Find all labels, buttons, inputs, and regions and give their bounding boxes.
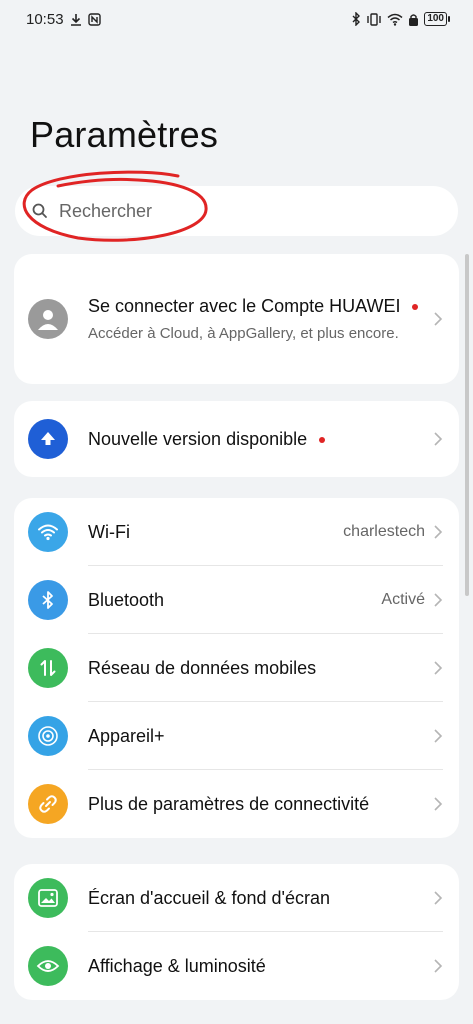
search-input[interactable] (59, 200, 399, 222)
settings-item-display-brightness[interactable]: Affichage & luminosité (14, 932, 459, 1000)
chevron-right-icon (434, 525, 443, 539)
user-icon (38, 310, 58, 330)
device-plus-icon (28, 716, 68, 756)
update-label: Nouvelle version disponible (88, 429, 433, 450)
wallpaper-icon (28, 878, 68, 918)
account-subtitle: Accéder à Cloud, à AppGallery, et plus e… (88, 324, 399, 342)
chevron-right-icon (434, 593, 443, 607)
page-title: Paramètres (30, 114, 219, 155)
wifi-icon (28, 512, 68, 552)
chevron-right-icon (434, 661, 443, 675)
chevron-right-icon (434, 312, 443, 326)
search-icon (32, 203, 47, 218)
settings-item-label: Bluetooth (88, 589, 165, 610)
eye-icon (28, 946, 68, 986)
search-bar[interactable] (15, 186, 458, 236)
avatar (28, 299, 68, 339)
connectivity-card: Wi-Fi charlestech Bluetooth Activé Résea… (14, 498, 459, 838)
notification-dot (319, 436, 326, 443)
vibrate-icon (367, 12, 382, 26)
settings-item-mobile-data[interactable]: Réseau de données mobiles (14, 634, 459, 702)
chevron-right-icon (434, 959, 443, 973)
display-card: Écran d'accueil & fond d'écran Affichage… (14, 864, 459, 1000)
download-icon (70, 13, 81, 26)
update-card[interactable]: Nouvelle version disponible (14, 401, 459, 477)
scrollbar[interactable] (465, 254, 469, 596)
update-row[interactable]: Nouvelle version disponible (14, 401, 459, 477)
settings-item-label: Plus de paramètres de connectivité (88, 793, 370, 814)
wifi-network-name: charlestech (343, 523, 425, 540)
settings-item-label: Écran d'accueil & fond d'écran (88, 887, 331, 908)
account-card[interactable]: Se connecter avec le Compte HUAWEI Accéd… (14, 254, 459, 384)
chevron-right-icon (434, 432, 443, 446)
account-title: Se connecter avec le Compte HUAWEI (88, 294, 433, 319)
battery-icon: 100 (424, 12, 450, 26)
nfc-icon (87, 12, 101, 26)
settings-item-label: Wi-Fi (88, 521, 130, 542)
notification-dot (412, 303, 419, 310)
settings-item-label: Appareil+ (88, 725, 165, 746)
bluetooth-status: Activé (381, 591, 425, 608)
link-icon (28, 784, 68, 824)
status-bar: 10:53 100 (0, 0, 473, 38)
mobile-data-icon (28, 648, 68, 688)
chevron-right-icon (434, 797, 443, 811)
settings-item-bluetooth[interactable]: Bluetooth Activé (14, 566, 459, 634)
settings-item-more-connectivity[interactable]: Plus de paramètres de connectivité (14, 770, 459, 838)
account-row[interactable]: Se connecter avec le Compte HUAWEI Accéd… (14, 254, 459, 384)
status-time: 10:53 (26, 10, 64, 28)
settings-item-device-plus[interactable]: Appareil+ (14, 702, 459, 770)
bluetooth-icon (28, 580, 68, 620)
bluetooth-status-icon (352, 12, 361, 26)
update-icon-bg (28, 419, 68, 459)
settings-item-label: Réseau de données mobiles (88, 657, 317, 678)
wifi-status-icon (387, 13, 403, 26)
chevron-right-icon (434, 891, 443, 905)
settings-item-wifi[interactable]: Wi-Fi charlestech (14, 498, 459, 566)
lock-status-icon (409, 13, 419, 26)
settings-item-label: Affichage & luminosité (88, 955, 266, 976)
update-arrow-icon (41, 432, 55, 445)
settings-item-home-screen[interactable]: Écran d'accueil & fond d'écran (14, 864, 459, 932)
chevron-right-icon (434, 729, 443, 743)
